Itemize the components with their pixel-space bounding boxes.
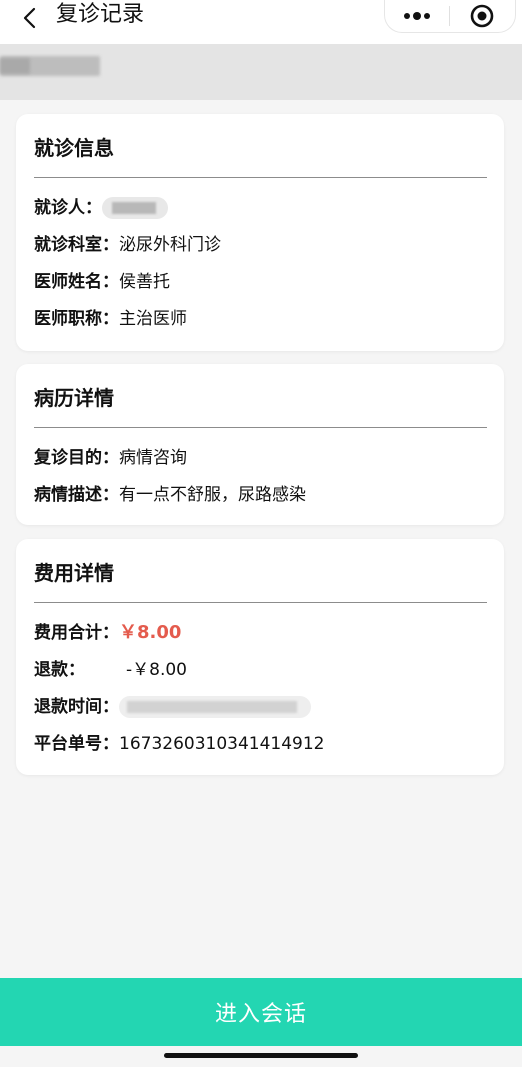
fee-total-row: 费用合计： ￥8.00 [34,621,181,645]
enter-conversation-button[interactable]: 进入会话 [0,978,522,1046]
back-button[interactable] [16,4,44,32]
redacted-block [0,58,30,74]
blurred-header [0,44,522,100]
condition-label: 病情描述： [34,485,119,505]
page-title: 复诊记录 [56,2,145,27]
refund-time-label: 退款时间： [34,697,119,717]
divider [34,427,487,428]
fee-details-title: 费用详情 [34,561,114,585]
visit-purpose-label: 复诊目的： [34,448,119,468]
target-circle-icon [470,4,494,28]
condition-row: 病情描述： 有一点不舒服，尿路感染 [34,483,306,507]
visit-info-title: 就诊信息 [34,136,114,160]
doctor-name-row: 医师姓名： 侯善托 [34,270,170,294]
divider [34,602,487,603]
department-value: 泌尿外科门诊 [119,235,221,255]
order-number-label: 平台单号： [34,734,119,754]
fee-details-card: 费用详情 费用合计： ￥8.00 退款： -￥8.00 退款时间： 平台单号： … [16,539,504,775]
mini-program-capsule [384,0,516,33]
doctor-title-row: 医师职称： 主治医师 [34,307,187,331]
doctor-name-label: 医师姓名： [34,272,119,292]
refund-label: 退款： [34,660,85,680]
doctor-name-value: 侯善托 [119,272,170,292]
condition-value: 有一点不舒服，尿路感染 [119,485,306,505]
more-dots-icon [404,12,430,20]
medical-record-card: 病历详情 复诊目的： 病情咨询 病情描述： 有一点不舒服，尿路感染 [16,364,504,525]
fee-total-value: ￥8.00 [119,622,182,643]
patient-row: 就诊人： [34,196,168,220]
visit-purpose-row: 复诊目的： 病情咨询 [34,446,187,470]
patient-name-redacted [102,197,168,219]
refund-time-redacted [119,696,311,718]
department-row: 就诊科室： 泌尿外科门诊 [34,233,221,257]
doctor-title-label: 医师职称： [34,309,119,329]
divider [34,177,487,178]
fee-total-label: 费用合计： [34,623,119,643]
refund-value: -￥8.00 [126,660,187,680]
more-button[interactable] [385,0,449,32]
close-mini-program-button[interactable] [450,0,514,32]
medical-record-title: 病历详情 [34,386,114,410]
chevron-left-icon [23,7,36,29]
order-number-row: 平台单号： 1673260310341414912 [34,732,325,756]
visit-info-card: 就诊信息 就诊人： 就诊科室： 泌尿外科门诊 医师姓名： 侯善托 医师职称： 主… [16,114,504,351]
visit-purpose-value: 病情咨询 [119,448,187,468]
doctor-title-value: 主治医师 [119,309,187,329]
order-number-value: 1673260310341414912 [119,734,325,754]
refund-row: 退款： -￥8.00 [34,658,187,682]
navigation-bar: 复诊记录 [0,0,522,44]
refund-time-row: 退款时间： [34,695,311,719]
home-indicator [164,1053,358,1058]
patient-label: 就诊人： [34,198,102,218]
department-label: 就诊科室： [34,235,119,255]
